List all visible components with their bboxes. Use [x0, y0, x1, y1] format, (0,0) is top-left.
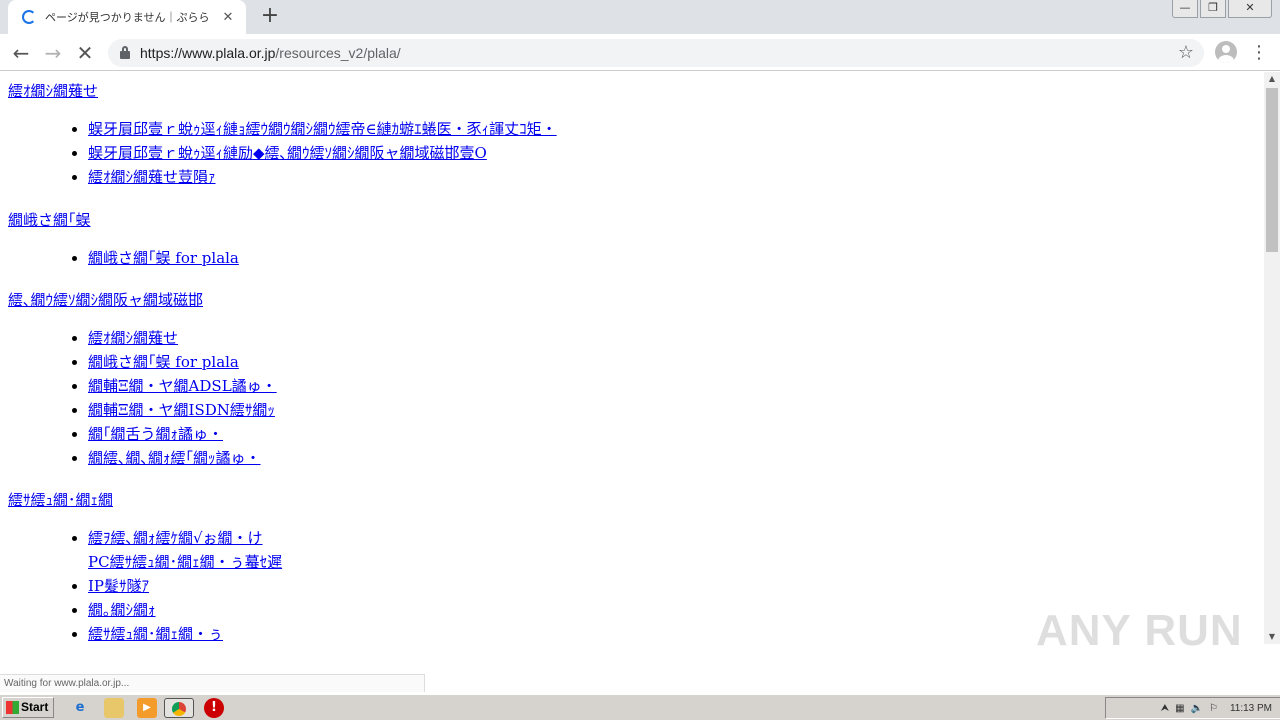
start-button[interactable]: Start	[2, 697, 54, 718]
scroll-up-icon[interactable]: ▲	[1264, 72, 1280, 86]
tab-close-icon[interactable]: ✕	[220, 10, 236, 25]
section-list: 蜈牙屓邱壹ｒ蛻ｩ逕ｨ縺ｮ繧ｳ繝ｳ繝ｼ繝ｳ繧帝∈縺ｶ蝣ｴ蜷医・豕ｨ諢丈ｺ矩・ 蜈牙…	[88, 120, 557, 192]
page-content: 繧ｵ繝ｼ繝薙せ 蜈牙屓邱壹ｒ蛻ｩ逕ｨ縺ｮ繧ｳ繝ｳ繝ｼ繝ｳ繧帝∈縺ｶ蝣ｴ蜷医・豕ｨ…	[0, 72, 1264, 692]
system-tray: ⮝ ▦ 🔈 ⚐ 11:13 PM	[1105, 697, 1280, 719]
status-bubble: Waiting for www.plala.or.jp...	[0, 674, 425, 692]
chrome-taskbar-icon[interactable]	[164, 698, 194, 718]
section-list: 繧ｵ繝ｼ繝薙せ 繝峨さ繝｢蜈 for plala 繝輔Ξ繝・ヤ繝ADSL譎ゅ・ …	[88, 329, 277, 473]
watermark-logo: ANY RUN	[1036, 606, 1243, 655]
tab-strip: ページが見つかりません｜ぷらら ✕ + — ❐ ✕	[0, 0, 1280, 34]
address-bar[interactable]: https://www.plala.or.jp/resources_v2/pla…	[108, 39, 1204, 67]
list-item[interactable]: 繧ｵ繝ｼ繝薙せ	[88, 329, 277, 353]
new-tab-button[interactable]: +	[258, 4, 282, 28]
list-item[interactable]: 蜈牙屓邱壹ｒ蛻ｩ逕ｨ縺ｮ繧ｳ繝ｳ繝ｼ繝ｳ繧帝∈縺ｶ蝣ｴ蜷医・豕ｨ諢丈ｺ矩・	[88, 120, 557, 144]
flag-icon[interactable]: ⚐	[1209, 703, 1218, 714]
section-heading-link[interactable]: 繧ｻ繧ｭ繝･繝ｪ繝	[8, 489, 113, 510]
section-heading-link[interactable]: 繧､繝ｳ繧ｿ繝ｼ繝阪ャ繝域磁邯	[8, 289, 203, 310]
tray-expand-icon[interactable]: ⮝	[1161, 703, 1170, 714]
lock-icon	[120, 46, 130, 59]
scroll-down-icon[interactable]: ▼	[1264, 630, 1280, 644]
tab-active[interactable]: ページが見つかりません｜ぷらら ✕	[8, 0, 246, 34]
internet-explorer-icon[interactable]: e	[70, 698, 90, 718]
media-player-icon[interactable]: ▶	[137, 698, 157, 718]
list-item[interactable]: 繝峨さ繝｢蜈 for plala	[88, 353, 277, 377]
forward-button[interactable]: →	[40, 40, 66, 66]
clock[interactable]: 11:13 PM	[1230, 703, 1272, 714]
restore-button[interactable]: ❐	[1200, 0, 1226, 18]
alert-app-icon[interactable]: !	[204, 698, 224, 718]
list-item[interactable]: PC繧ｻ繧ｭ繝･繝ｪ繝・ぅ蟇ｾ遲	[88, 553, 282, 577]
list-item[interactable]: 繝輔Ξ繝・ヤ繝ADSL譎ゅ・	[88, 377, 277, 401]
section-list: 繧ｦ繧､繝ｫ繧ｹ繝√ぉ繝・け PC繧ｻ繧ｭ繝･繝ｪ繝・ぅ蟇ｾ遲 IP髮ｻ隧ｱ 繝…	[88, 529, 282, 649]
close-window-button[interactable]: ✕	[1228, 0, 1272, 18]
tab-title: ページが見つかりません｜ぷらら	[45, 11, 210, 24]
list-item[interactable]: 繝繧､繝､繝ｫ繧｢繝ｯ譎ゅ・	[88, 449, 277, 473]
taskbar: Start e ▶ ! ⮝ ▦ 🔈 ⚐ 11:13 PM	[0, 694, 1280, 720]
volume-icon[interactable]: 🔈	[1191, 703, 1203, 714]
network-icon[interactable]: ▦	[1175, 703, 1184, 714]
minimize-button[interactable]: —	[1172, 0, 1198, 18]
list-item[interactable]: 繧ｵ繝ｼ繝薙せ荳隕ｧ	[88, 168, 557, 192]
vertical-scrollbar[interactable]: ▲ ▼	[1264, 72, 1280, 644]
list-item[interactable]: 蜈牙屓邱壹ｒ蛻ｩ逕ｨ縺励◆繧､繝ｳ繧ｿ繝ｼ繝阪ャ繝域磁邯壹Ο	[88, 144, 557, 168]
scrollbar-thumb[interactable]	[1266, 88, 1278, 252]
section-heading-link[interactable]: 繝峨さ繝｢蜈	[8, 209, 91, 230]
url-text[interactable]: https://www.plala.or.jp/resources_v2/pla…	[140, 45, 401, 61]
windows-logo-icon	[6, 701, 19, 714]
back-button[interactable]: ←	[8, 40, 34, 66]
list-item[interactable]: 繧ｦ繧､繝ｫ繧ｹ繝√ぉ繝・け	[88, 529, 282, 553]
section-heading-link[interactable]: 繧ｵ繝ｼ繝薙せ	[8, 80, 98, 101]
list-item[interactable]: 繝輔Ξ繝・ヤ繝ISDN繧ｻ繝ｯ	[88, 401, 277, 425]
loading-spinner-icon	[22, 10, 36, 24]
window-controls: — ❐ ✕	[1170, 0, 1272, 18]
folder-icon[interactable]	[104, 698, 124, 718]
list-item[interactable]: 繧ｻ繧ｭ繝･繝ｪ繝・ぅ	[88, 625, 282, 649]
list-item[interactable]: 繝｢繝舌う繝ｫ譎ゅ・	[88, 425, 277, 449]
browser-menu-icon[interactable]: ⋮	[1249, 40, 1269, 66]
list-item[interactable]: 繝｡繝ｼ繝ｫ	[88, 601, 282, 625]
stop-loading-button[interactable]: ✕	[72, 40, 98, 66]
section-list: 繝峨さ繝｢蜈 for plala	[88, 249, 239, 273]
list-item[interactable]: 繝峨さ繝｢蜈 for plala	[88, 249, 239, 273]
bookmark-star-icon[interactable]: ☆	[1178, 42, 1194, 63]
list-item[interactable]: IP髮ｻ隧ｱ	[88, 577, 282, 601]
browser-toolbar: ← → ✕ https://www.plala.or.jp/resources_…	[0, 34, 1280, 71]
profile-avatar-icon[interactable]	[1215, 41, 1237, 63]
